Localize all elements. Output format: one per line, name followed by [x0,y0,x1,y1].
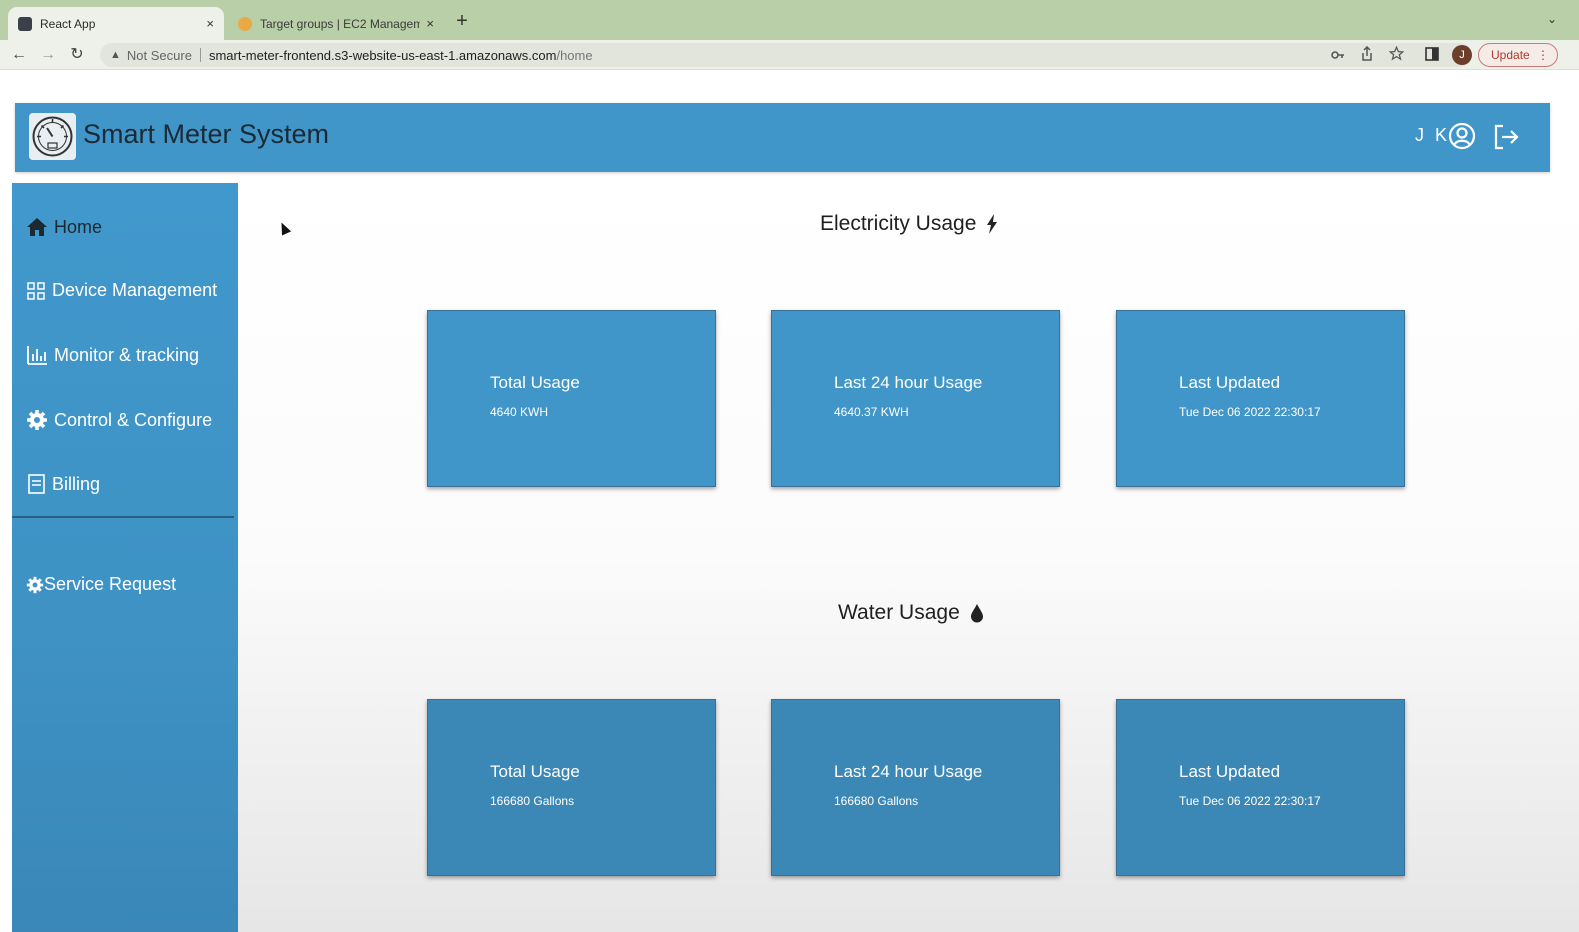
sidebar-item-label: Control & Configure [54,409,213,430]
card-label: Last Updated [1179,373,1281,392]
profile-avatar[interactable]: J [1452,45,1472,65]
home-icon [27,218,47,236]
logout-icon[interactable] [1493,124,1521,150]
card-value: Tue Dec 06 2022 22:30:17 [1179,405,1321,419]
sidebar-item-label: Home [54,216,103,237]
new-tab-button[interactable]: + [452,11,472,31]
sidebar-item-monitor-tracking[interactable]: Monitor & tracking [26,344,199,366]
close-tab-icon[interactable]: × [426,16,434,31]
water-drop-icon [970,604,983,623]
app-title: Smart Meter System [83,119,330,149]
url-path: /home [556,47,593,63]
document-icon [28,474,45,494]
lightning-icon [987,214,998,234]
sidebar: Home Device Management Monitor & trackin… [12,183,238,932]
sidebar-item-control-configure[interactable]: Control & Configure [26,409,212,431]
key-icon[interactable] [1331,49,1345,61]
card-value: 166680 Gallons [834,794,919,808]
more-menu-icon[interactable]: ⋮ [1537,44,1549,66]
sidebar-item-service-request[interactable]: Service Request [26,574,176,595]
gear-icon [26,576,44,593]
tab-title: React App [40,16,96,31]
water-last-24h-card: Last 24 hour Usage 166680 Gallons [771,699,1060,876]
card-value: 4640 KWH [490,405,549,419]
tab-react-app[interactable]: React App × [8,7,224,40]
electricity-last-updated-card: Last Updated Tue Dec 06 2022 22:30:17 [1116,310,1405,487]
sidebar-item-label: Billing [52,473,101,494]
react-favicon-icon [18,16,32,31]
card-label: Last Updated [1179,762,1281,781]
address-separator [199,48,201,62]
back-button[interactable]: ← [8,44,30,66]
sidebar-divider [12,516,234,518]
card-label: Last 24 hour Usage [834,373,983,392]
sidebar-item-label: Monitor & tracking [54,344,200,365]
bookmark-star-icon[interactable] [1389,46,1404,61]
meter-logo-icon [29,113,76,160]
update-label: Update [1491,48,1530,62]
sidebar-item-device-management[interactable]: Device Management [26,280,217,301]
gear-icon [27,410,47,430]
tab-title: Target groups | EC2 Managem [260,16,421,31]
sidebar-item-label: Device Management [52,280,218,300]
card-label: Last 24 hour Usage [834,762,983,781]
close-tab-icon[interactable]: × [206,16,214,31]
card-value: 166680 Gallons [490,794,575,808]
section-title-label: Water Usage [838,601,960,624]
card-value: 4640.37 KWH [834,405,909,419]
electricity-total-usage-card: Total Usage 4640 KWH [427,310,716,487]
electricity-section-title: Electricity Usage [820,212,998,236]
card-label: Total Usage [490,762,580,781]
water-last-updated-card: Last Updated Tue Dec 06 2022 22:30:17 [1116,699,1405,876]
side-panel-icon[interactable] [1425,47,1439,61]
update-button[interactable]: Update ⋮ [1478,43,1558,67]
reload-button[interactable]: ↻ [66,44,88,66]
share-icon[interactable] [1361,46,1373,62]
card-value: Tue Dec 06 2022 22:30:17 [1179,794,1321,808]
user-initials: J K [1415,125,1451,145]
sidebar-item-label: Service Request [44,574,177,594]
aws-favicon-icon [238,16,252,31]
address-bar[interactable]: ▲ Not Secure smart-meter-frontend.s3-web… [100,43,1472,67]
grid-icon [27,281,45,300]
electricity-last-24h-card: Last 24 hour Usage 4640.37 KWH [771,310,1060,487]
user-profile-icon[interactable] [1448,122,1476,150]
url-host: smart-meter-frontend.s3-website-us-east-… [208,47,557,63]
browser-toolbar: ← → ↻ ▲ Not Secure smart-meter-frontend.… [0,40,1579,70]
tab-search-icon[interactable]: ⌄ [1547,12,1557,26]
bar-chart-icon [27,346,47,365]
app-header: Smart Meter System J K [15,103,1550,172]
sidebar-item-billing[interactable]: Billing [26,473,100,495]
sidebar-item-home[interactable]: Home [26,216,102,238]
section-title-label: Electricity Usage [820,212,977,235]
card-label: Total Usage [490,373,580,392]
main-content: Electricity Usage Total Usage 4640 KWH L… [238,183,1579,932]
water-total-usage-card: Total Usage 166680 Gallons [427,699,716,876]
forward-button[interactable]: → [37,44,59,66]
warning-icon: ▲ [110,49,121,61]
tab-target-groups[interactable]: Target groups | EC2 Managem × [228,7,444,40]
water-section-title: Water Usage [838,601,984,625]
security-label[interactable]: Not Secure [127,48,192,63]
browser-tab-bar: React App × Target groups | EC2 Managem … [0,0,1579,40]
